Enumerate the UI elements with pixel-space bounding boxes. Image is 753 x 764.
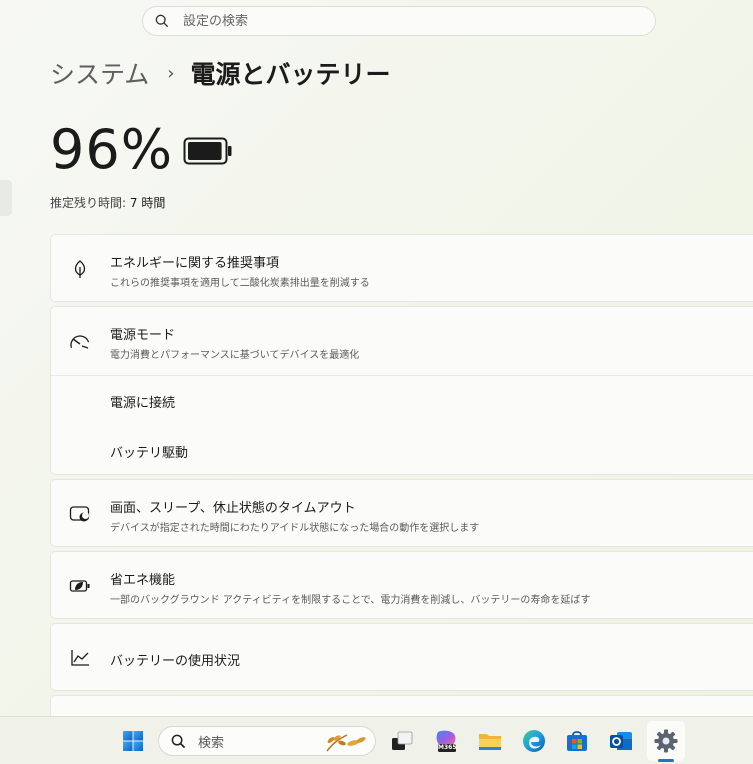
taskbar-search-label: 検索 [198, 735, 225, 751]
screen-sleep-timeout-card[interactable]: 画面、スリープ、休止状態のタイムアウト デバイスが指定された時間にわたりアイドル… [50, 479, 753, 547]
battery-usage-card[interactable]: バッテリーの使用状況 [50, 623, 753, 691]
taskbar: 検索 M365 [0, 716, 753, 764]
energy-recommendations-card[interactable]: エネルギーに関する推奨事項 これらの推奨事項を適用して二酸化炭素排出量を削減する [50, 234, 753, 302]
power-mode-header[interactable]: 電源モード 電力消費とパフォーマンスに基づいてデバイスを最適化 [51, 307, 753, 375]
on-battery-label: バッテリ駆動 [110, 446, 189, 461]
battery-saver-icon [69, 575, 91, 597]
search-icon [155, 14, 169, 28]
page-title: 電源とバッテリー [190, 60, 391, 89]
edge-icon[interactable] [520, 727, 548, 755]
usage-title: バッテリーの使用状況 [110, 654, 241, 669]
leaf-icon [69, 258, 91, 280]
breadcrumb-parent-system[interactable]: システム [50, 55, 149, 91]
breadcrumb: システム › 電源とバッテリー [50, 55, 390, 91]
settings-icon[interactable] [652, 727, 680, 755]
battery-percentage: 96% [50, 118, 174, 181]
m365-icon[interactable]: M365 [432, 727, 460, 755]
remaining-time-label: 推定残り時間: [50, 196, 127, 210]
search-highlight-leaves-icon [326, 734, 366, 752]
energy-saver-title: 省エネ機能 [110, 573, 176, 588]
store-icon[interactable] [563, 727, 591, 755]
timeouts-title: 画面、スリープ、休止状態のタイムアウト [110, 501, 356, 516]
windows-start-icon[interactable] [119, 727, 147, 755]
power-mode-card: 電源モード 電力消費とパフォーマンスに基づいてデバイスを最適化 電源に接続 バッ… [50, 306, 753, 475]
remaining-time-value: 7 時間 [129, 196, 166, 210]
energy-saver-subtitle: 一部のバックグラウンド アクティビティを制限することで、電力消費を削減し、バッテ… [110, 595, 591, 606]
power-mode-on-battery-row[interactable]: バッテリ駆動 [51, 426, 753, 476]
outlook-icon[interactable] [607, 727, 635, 755]
energy-saver-card[interactable]: 省エネ機能 一部のバックグラウンド アクティビティを制限することで、電力消費を削… [50, 551, 753, 619]
settings-search-box[interactable] [142, 6, 656, 36]
active-app-indicator [658, 759, 674, 762]
breadcrumb-separator: › [167, 62, 175, 84]
taskbar-search[interactable]: 検索 [158, 726, 376, 756]
power-mode-plugged-in-row[interactable]: 電源に接続 [51, 376, 753, 426]
screen-sleep-icon [69, 503, 91, 525]
timeouts-subtitle: デバイスが指定された時間にわたりアイドル状態になった場合の動作を選択します [110, 523, 480, 534]
recommendations-title: エネルギーに関する推奨事項 [110, 256, 280, 271]
power-mode-subtitle: 電力消費とパフォーマンスに基づいてデバイスを最適化 [110, 350, 360, 361]
battery-full-icon [183, 137, 232, 165]
recommendations-subtitle: これらの推奨事項を適用して二酸化炭素排出量を削減する [110, 278, 370, 289]
remaining-time: 推定残り時間: 7 時間 [50, 194, 165, 211]
file-explorer-icon[interactable] [476, 727, 504, 755]
m365-label: M365 [438, 744, 457, 751]
search-input[interactable] [183, 13, 623, 29]
chart-line-icon [69, 647, 91, 669]
plugged-in-label: 電源に接続 [110, 396, 176, 411]
nav-collapse-tab[interactable] [0, 180, 12, 216]
power-mode-title: 電源モード [110, 328, 176, 343]
gauge-icon [69, 330, 91, 352]
search-icon [171, 734, 186, 748]
task-view-icon[interactable] [388, 727, 416, 755]
